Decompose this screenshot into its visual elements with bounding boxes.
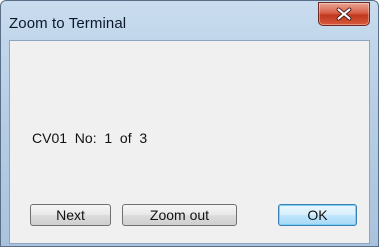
zoom-out-button[interactable]: Zoom out [122, 204, 237, 226]
terminal-info-text: CV01 No: 1 of 3 [32, 130, 148, 146]
next-button[interactable]: Next [30, 204, 111, 226]
title-bar[interactable]: Zoom to Terminal [1, 1, 378, 39]
window-title: Zoom to Terminal [9, 15, 127, 32]
dialog-window: Zoom to Terminal CV01 No: 1 of 3 Next Zo… [0, 0, 379, 247]
close-icon [336, 7, 352, 21]
dialog-body: CV01 No: 1 of 3 Next Zoom out OK [9, 40, 370, 244]
close-button[interactable] [318, 2, 370, 26]
ok-button[interactable]: OK [278, 204, 357, 226]
